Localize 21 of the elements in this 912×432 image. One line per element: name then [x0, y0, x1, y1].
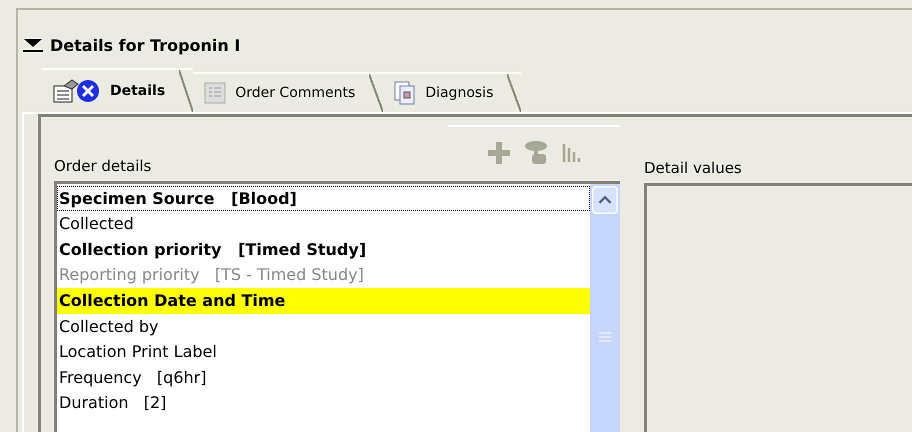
list-item[interactable]: Collection priority [Timed Study] [57, 236, 590, 262]
list-item[interactable]: Specimen Source [Blood] [57, 186, 590, 212]
section-title: Details for Troponin I [50, 36, 240, 54]
list-item[interactable]: Frequency [q6hr] [57, 364, 590, 390]
list-item[interactable]: Location Print Label [57, 339, 590, 365]
list-label: Order details [54, 156, 152, 175]
tab[interactable]: Order Comments [193, 72, 384, 112]
document-icon [203, 81, 228, 105]
list-item[interactable]: Collected [57, 211, 590, 237]
grip-icon[interactable] [599, 332, 611, 342]
tab[interactable]: Details [42, 68, 194, 112]
scroll-up-icon[interactable] [592, 186, 618, 214]
scrollbar[interactable] [590, 184, 620, 432]
collapse-icon[interactable] [22, 38, 44, 52]
form-icon [52, 78, 102, 104]
list-item[interactable]: Collection Date and Time [57, 288, 590, 314]
list-item[interactable]: Collected by [57, 314, 590, 340]
list-item[interactable]: Duration [2] [57, 390, 590, 416]
values-label: Detail values [644, 159, 742, 177]
documents-icon [393, 80, 418, 106]
tab[interactable]: Diagnosis [383, 72, 522, 112]
